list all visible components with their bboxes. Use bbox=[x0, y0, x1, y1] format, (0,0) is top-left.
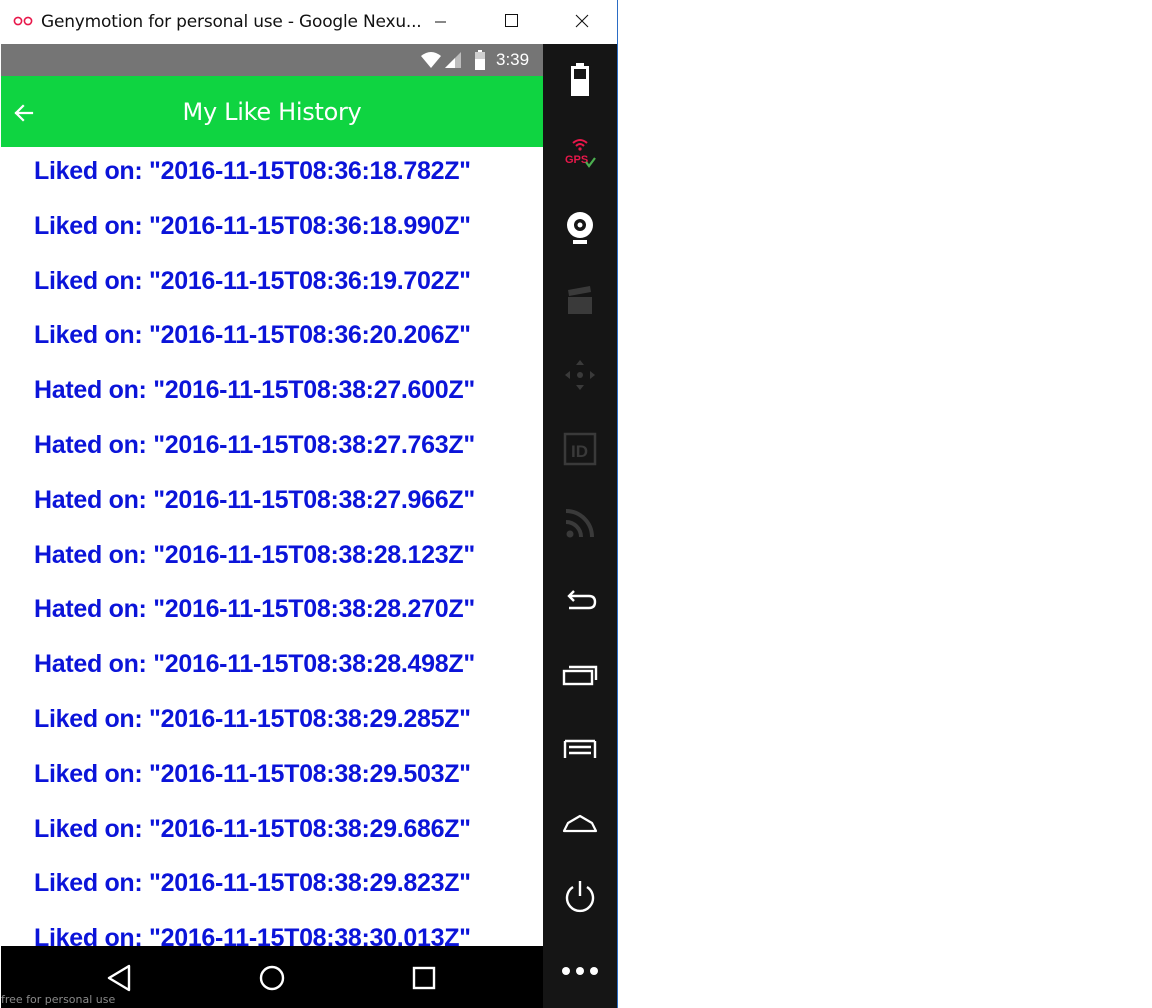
close-button[interactable] bbox=[559, 0, 605, 44]
history-item[interactable]: Liked on: "2016-11-15T08:36:19.702Z" bbox=[1, 257, 543, 312]
history-item[interactable]: Liked on: "2016-11-15T08:38:29.503Z" bbox=[1, 750, 543, 805]
app-toolbar: My Like History bbox=[1, 76, 543, 147]
genymotion-window: Genymotion for personal use - Google Nex… bbox=[0, 0, 618, 1008]
gps-label: GPS bbox=[565, 154, 588, 166]
dpad-icon[interactable] bbox=[561, 356, 599, 394]
device-id-icon[interactable]: ID bbox=[561, 430, 599, 468]
history-item[interactable]: Hated on: "2016-11-15T08:38:28.498Z" bbox=[1, 640, 543, 695]
history-item[interactable]: Liked on: "2016-11-15T08:36:18.990Z" bbox=[1, 202, 543, 257]
signal-icon bbox=[445, 52, 461, 68]
like-history-list[interactable]: Liked on: "2016-11-15T08:36:18.782Z" Lik… bbox=[1, 147, 543, 946]
close-icon bbox=[575, 14, 589, 28]
genymotion-logo-icon bbox=[13, 16, 33, 26]
id-label: ID bbox=[571, 442, 588, 461]
history-item[interactable]: Hated on: "2016-11-15T08:38:27.763Z" bbox=[1, 421, 543, 476]
personal-use-watermark: free for personal use bbox=[1, 993, 116, 1006]
history-item[interactable]: Hated on: "2016-11-15T08:38:28.123Z" bbox=[1, 531, 543, 586]
recent-apps-icon[interactable] bbox=[561, 656, 599, 694]
webcam-icon[interactable] bbox=[561, 208, 599, 246]
back-icon[interactable] bbox=[561, 582, 599, 620]
nav-back-icon[interactable] bbox=[104, 962, 136, 994]
back-arrow-icon[interactable] bbox=[11, 101, 35, 125]
battery-icon bbox=[475, 50, 485, 70]
rss-icon[interactable] bbox=[561, 504, 599, 542]
menu-icon[interactable] bbox=[561, 730, 599, 768]
status-bar: 3:39 bbox=[1, 44, 543, 76]
minimize-button[interactable] bbox=[418, 0, 464, 44]
history-item[interactable]: Liked on: "2016-11-15T08:38:29.285Z" bbox=[1, 695, 543, 750]
maximize-button[interactable] bbox=[488, 0, 534, 44]
window-title: Genymotion for personal use - Google Nex… bbox=[41, 12, 422, 32]
android-screen: 3:39 My Like History Liked on: "2016-11-… bbox=[1, 44, 543, 946]
history-item[interactable]: Liked on: "2016-11-15T08:36:20.206Z" bbox=[1, 311, 543, 366]
minimize-icon bbox=[435, 21, 446, 23]
history-item[interactable]: Liked on: "2016-11-15T08:38:29.823Z" bbox=[1, 859, 543, 914]
nav-home-icon[interactable] bbox=[256, 962, 288, 994]
history-item[interactable]: Hated on: "2016-11-15T08:38:28.270Z" bbox=[1, 585, 543, 640]
home-icon[interactable] bbox=[561, 804, 599, 842]
battery-icon[interactable] bbox=[561, 61, 599, 99]
power-icon[interactable] bbox=[561, 878, 599, 916]
nav-recents-icon[interactable] bbox=[408, 962, 440, 994]
gps-icon[interactable]: GPS bbox=[561, 135, 599, 173]
status-time: 3:39 bbox=[496, 50, 530, 69]
history-item[interactable]: Hated on: "2016-11-15T08:38:27.966Z" bbox=[1, 476, 543, 531]
wifi-icon bbox=[421, 52, 441, 68]
history-item[interactable]: Liked on: "2016-11-15T08:38:29.686Z" bbox=[1, 805, 543, 860]
history-item[interactable]: Liked on: "2016-11-15T08:36:18.782Z" bbox=[1, 147, 543, 202]
window-titlebar[interactable]: Genymotion for personal use - Google Nex… bbox=[0, 0, 617, 44]
genymotion-sidebar: GPS ID bbox=[543, 44, 617, 1008]
history-item[interactable]: Liked on: "2016-11-15T08:38:30.013Z" bbox=[1, 914, 543, 946]
more-icon[interactable] bbox=[561, 952, 599, 990]
history-item[interactable]: Hated on: "2016-11-15T08:38:27.600Z" bbox=[1, 366, 543, 421]
maximize-icon bbox=[505, 14, 518, 27]
capture-icon[interactable] bbox=[561, 282, 599, 320]
page-title: My Like History bbox=[182, 98, 362, 126]
